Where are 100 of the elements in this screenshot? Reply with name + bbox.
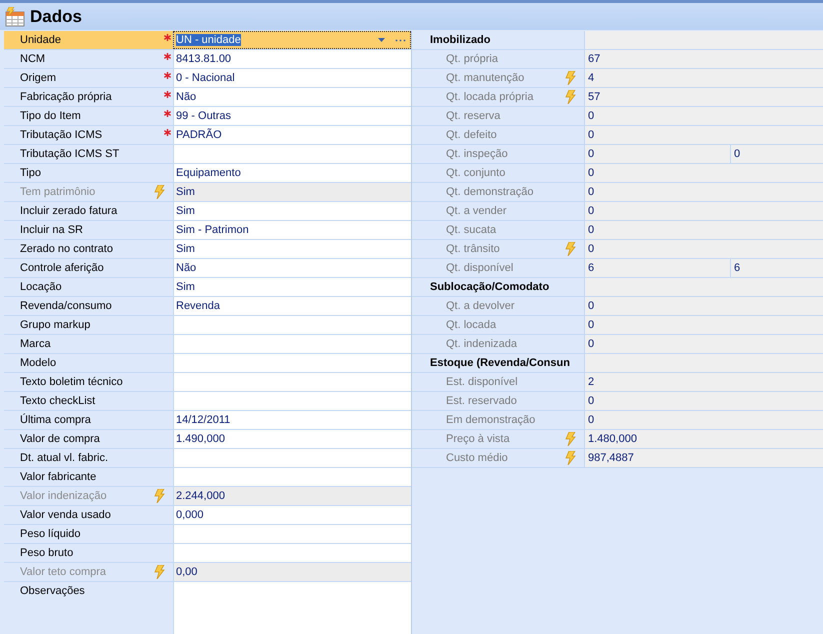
field-label: Tem patrimônio — [20, 186, 96, 198]
field-value: 2 — [584, 373, 823, 391]
field-value: 0 — [584, 107, 823, 125]
input-field[interactable]: PADRÃO — [173, 126, 411, 144]
input-field[interactable]: Equipamento — [173, 164, 411, 182]
field-label: Dt. atual vl. fabric. — [20, 452, 110, 464]
input-field[interactable]: Sim — [173, 202, 411, 220]
input-field[interactable] — [173, 145, 411, 163]
field-label: Última compra — [20, 414, 92, 426]
field-label: Zerado no contrato — [20, 243, 114, 255]
field-label: Qt. sucata — [446, 224, 498, 236]
field-label: Texto checkList — [20, 395, 96, 407]
field-label: NCM — [20, 53, 46, 65]
field-value: 0 — [584, 411, 823, 429]
field-label: Tipo do Item — [20, 110, 82, 122]
field-label: Valor teto compra — [20, 566, 108, 578]
field-label: Controle aferição — [20, 262, 105, 274]
group-heading: Imobilizado — [430, 34, 490, 46]
field-label: Est. reservado — [446, 395, 518, 407]
field-label: Fabricação própria — [20, 91, 113, 103]
field-label: Origem — [20, 72, 58, 84]
field-label: Unidade — [20, 34, 62, 46]
input-field[interactable] — [173, 468, 411, 486]
field-value: 987,4887 — [584, 449, 823, 467]
field-value: 0 — [584, 221, 823, 239]
field-value: 4 — [584, 69, 823, 87]
group-heading: Sublocação/Comodato — [430, 281, 550, 293]
field-label: Incluir zerado fatura — [20, 205, 118, 217]
field-label: Tributação ICMS ST — [20, 148, 120, 160]
field-label: Grupo markup — [20, 319, 92, 331]
field-label: Custo médio — [446, 452, 509, 464]
field-label: Valor indenização — [20, 490, 108, 502]
field-value: 0 — [584, 316, 823, 334]
field-label: Texto boletim técnico — [20, 376, 124, 388]
field-label: Preço à vista — [446, 433, 511, 445]
field-label: Qt. defeito — [446, 129, 498, 141]
field-value: 0 — [584, 164, 823, 182]
field-label: Peso bruto — [20, 547, 74, 559]
input-field[interactable] — [173, 525, 411, 543]
input-field[interactable]: 99 - Outras — [173, 107, 411, 125]
field-label: Locação — [20, 281, 63, 293]
field-label: Modelo — [20, 357, 58, 369]
input-field[interactable]: 14/12/2011 — [173, 411, 411, 429]
field-label: Qt. própria — [446, 53, 499, 65]
field-label: Valor venda usado — [20, 509, 112, 521]
field-label: Incluir na SR — [20, 224, 84, 236]
input-field[interactable] — [173, 449, 411, 467]
field-value: 0 — [584, 297, 823, 315]
field-value: 57 — [584, 88, 823, 106]
field-value: 0 — [584, 145, 730, 163]
panel-title: Dados — [30, 6, 82, 26]
input-field[interactable]: Sim — [173, 278, 411, 296]
field-label: Qt. demonstração — [446, 186, 534, 198]
field-label: Marca — [20, 338, 52, 350]
input-field[interactable]: 1.490,000 — [173, 430, 411, 448]
field-label: Qt. locada — [446, 319, 498, 331]
field-label: Qt. disponível — [446, 262, 514, 274]
field-value: 0 — [730, 145, 823, 163]
field-label: Valor de compra — [20, 433, 101, 445]
input-field[interactable]: Sim - Patrimon — [173, 221, 411, 239]
field-label: Peso líquido — [20, 528, 82, 540]
field-label: Qt. trânsito — [446, 243, 501, 255]
text-area[interactable] — [173, 582, 411, 634]
input-field[interactable]: 0 - Nacional — [173, 69, 411, 87]
field-label: Qt. manutenção — [446, 72, 526, 84]
caret-icon — [378, 38, 385, 42]
field-label: Em demonstração — [446, 414, 536, 426]
dropdown-field[interactable]: UN - unidade — [173, 31, 411, 49]
field-label: Tributação ICMS — [20, 129, 104, 141]
field-value: 0 — [584, 392, 823, 410]
field-value: 67 — [584, 50, 823, 68]
input-field[interactable] — [173, 392, 411, 410]
field-label: Qt. inspeção — [446, 148, 509, 160]
field-label: Qt. conjunto — [446, 167, 506, 179]
field-label: Qt. a vender — [446, 205, 508, 217]
table-icon — [4, 6, 26, 26]
field-label: Qt. reserva — [446, 110, 502, 122]
field-label: Qt. a devolver — [446, 300, 516, 312]
input-field[interactable]: Revenda — [173, 297, 411, 315]
field-value: 6 — [584, 259, 730, 277]
field-label: Observações — [20, 585, 86, 597]
input-field[interactable] — [173, 316, 411, 334]
input-field[interactable] — [173, 373, 411, 391]
field-value: 0 — [584, 240, 823, 258]
field-value: 0 — [584, 126, 823, 144]
input-field[interactable] — [173, 335, 411, 353]
field-label: Valor fabricante — [20, 471, 98, 483]
group-heading: Estoque (Revenda/Consun — [430, 357, 570, 369]
field-label: Qt. indenizada — [446, 338, 518, 350]
input-field[interactable]: 8413.81.00 — [173, 50, 411, 68]
field-value: 0 — [584, 202, 823, 220]
input-field[interactable]: Sim — [173, 240, 411, 258]
input-field[interactable] — [173, 544, 411, 562]
input-field[interactable] — [173, 354, 411, 372]
input-field[interactable]: Não — [173, 88, 411, 106]
input-field[interactable]: Não — [173, 259, 411, 277]
field-label: Revenda/consumo — [20, 300, 113, 312]
field-value: 1.480,000 — [584, 430, 823, 448]
input-field[interactable]: 0,000 — [173, 506, 411, 524]
ellipsis-icon[interactable] — [395, 38, 406, 42]
